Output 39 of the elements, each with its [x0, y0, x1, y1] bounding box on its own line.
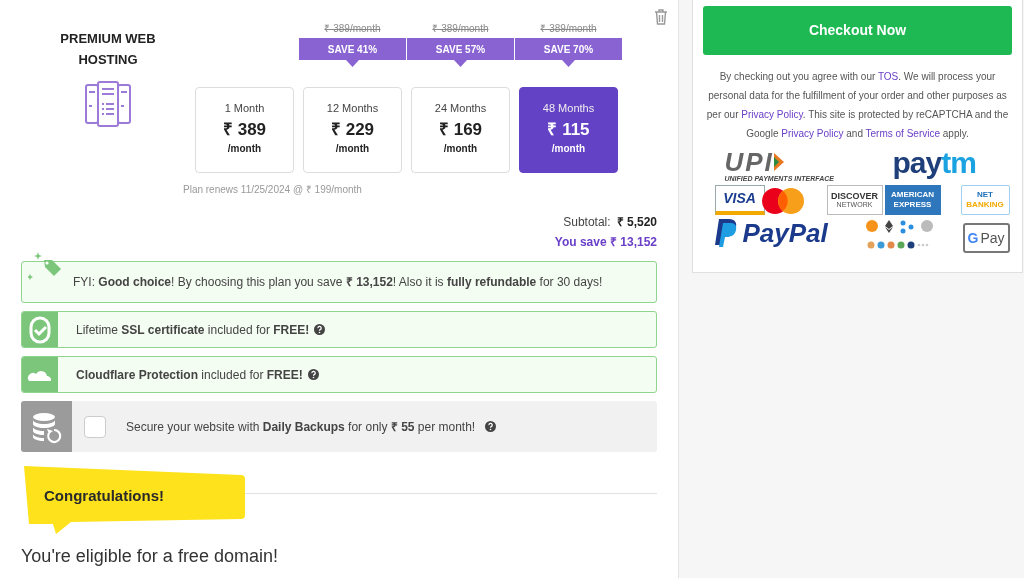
save-badge: SAVE 70% [515, 38, 622, 67]
old-price: ₹ 389/month [540, 22, 597, 36]
savings-total: You save ₹ 13,152 [554, 234, 657, 251]
trash-icon[interactable] [654, 9, 668, 25]
tip-text: FYI: Good choice! By choosing this plan you save ₹ 13,152! Also it is fully refundable for 30 days! [73, 274, 603, 291]
addon-text: Secure your website with Daily Backups for only ₹ 55 per month! [126, 418, 476, 436]
plan-option[interactable]: 1 Month ₹ 389 /month [195, 87, 294, 173]
subtotal-label: Subtotal: [563, 214, 611, 231]
feature-text: Cloudflare Protection included for FREE! [76, 366, 303, 384]
terms-link[interactable]: Privacy Policy [781, 128, 844, 139]
servers-icon [84, 80, 132, 128]
renewal-note: Plan renews 11/25/2024 @ ₹ 199/month [183, 183, 362, 197]
feature-text: Lifetime SSL certificate included for FREE! [76, 321, 310, 339]
save-badge: SAVE 41% [299, 38, 406, 67]
plan-option[interactable]: 12 Months ₹ 229 /month [303, 87, 402, 173]
terms-link[interactable]: Terms of Service [865, 128, 941, 139]
netbanking-logo: NET BANKING [960, 185, 1010, 215]
overlapping-circles-logo [760, 187, 805, 215]
paypal-logo: PayPal [714, 219, 828, 247]
product-title: PREMIUM WEB HOSTING [59, 30, 157, 69]
backup-checkbox[interactable] [84, 415, 106, 438]
terms-text: By checking out you agree with our TOS. We will process your personal data for the fulfillment of your order and other purposes as per our Privacy Policy. This site is protected by reCAPTCHA and the Google Privacy Policy and Terms of Service apply. [705, 70, 1010, 141]
visa-logo: VISA [714, 185, 765, 215]
terms-link[interactable]: Privacy Policy [741, 109, 803, 120]
paytm-logo: paytm [892, 147, 976, 179]
subtotal-value: ₹ 5,520 [616, 214, 657, 231]
plan-option[interactable]: 48 Months ₹ 115 /month [519, 87, 618, 173]
lock-icon [29, 315, 51, 344]
plan-option[interactable]: 24 Months ₹ 169 /month [411, 87, 510, 173]
congrats-label: Congratulations! [44, 486, 164, 506]
old-price: ₹ 389/month [432, 22, 489, 36]
domain-heading: You're eligible for a free domain! [21, 545, 278, 568]
google-pay-logo: G Pay [962, 223, 1010, 253]
amex-logo: AMERICAN EXPRESS [884, 185, 941, 215]
old-price: ₹ 389/month [324, 22, 381, 36]
help-icon[interactable] [314, 324, 326, 335]
save-badge: SAVE 57% [407, 38, 514, 67]
help-icon[interactable] [307, 369, 319, 380]
help-icon[interactable] [485, 421, 497, 432]
